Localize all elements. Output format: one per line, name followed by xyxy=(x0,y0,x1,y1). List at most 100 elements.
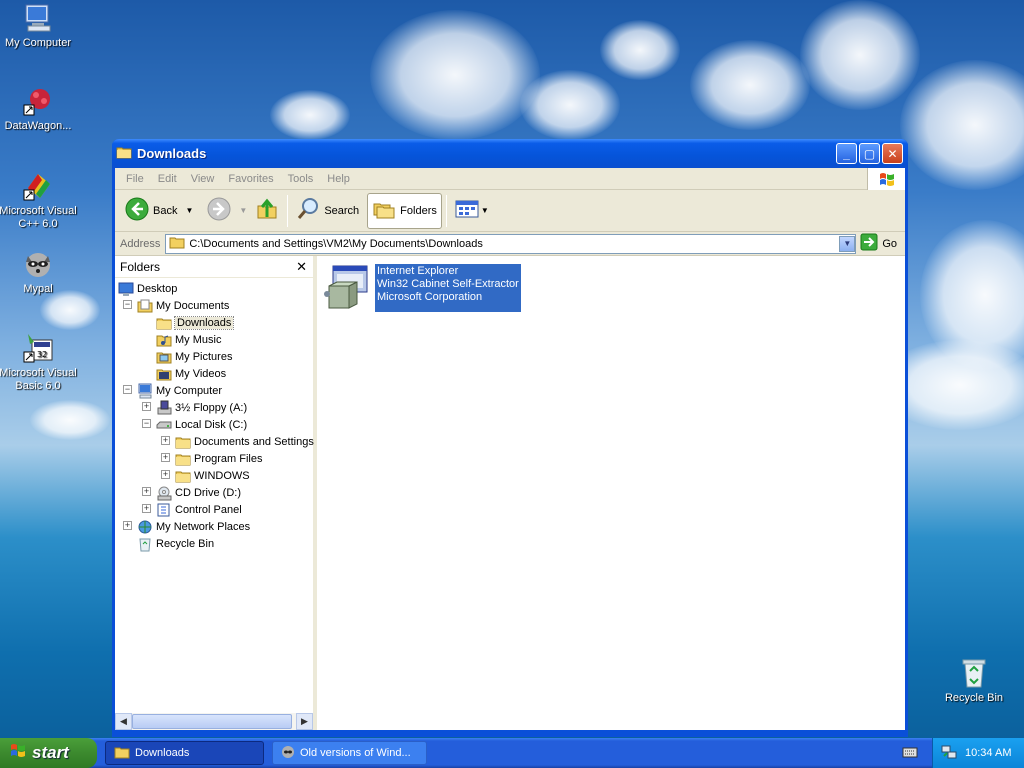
start-button[interactable]: start xyxy=(0,738,97,768)
search-icon xyxy=(296,197,320,224)
desktop-icon-visual-cpp[interactable]: Microsoft Visual C++ 6.0 xyxy=(0,170,78,231)
menu-view[interactable]: View xyxy=(184,173,222,185)
explorer-window: Downloads _ ▢ ✕ File Edit View Favorites… xyxy=(112,139,908,737)
expand-toggle[interactable]: + xyxy=(123,521,132,530)
address-dropdown-button[interactable]: ▼ xyxy=(839,235,856,252)
folders-pane: Folders ✕ Desktop − My Documents Downloa… xyxy=(115,256,317,730)
back-button[interactable]: Back ▼ xyxy=(121,193,197,229)
search-button[interactable]: Search xyxy=(292,193,363,229)
collapse-toggle[interactable]: − xyxy=(123,385,132,394)
file-list-pane[interactable]: Internet Explorer Win32 Cabinet Self-Ext… xyxy=(317,256,905,730)
folders-label: Folders xyxy=(400,204,437,217)
recycle-bin-icon xyxy=(137,536,153,552)
folder-icon xyxy=(169,235,185,252)
expand-toggle[interactable]: + xyxy=(161,436,170,445)
menu-bar: File Edit View Favorites Tools Help xyxy=(115,167,905,190)
toolbar-separator xyxy=(445,194,447,227)
chevron-down-icon[interactable]: ▼ xyxy=(185,206,193,215)
collapse-toggle[interactable]: − xyxy=(123,300,132,309)
tree-item-my-network-places[interactable]: My Network Places xyxy=(137,518,250,535)
desktop-icon-label: DataWagon... xyxy=(4,120,72,132)
go-button[interactable]: Go xyxy=(856,233,905,254)
raccoon-icon xyxy=(281,745,295,762)
forward-button[interactable]: ▼ xyxy=(203,193,251,229)
horizontal-scrollbar[interactable]: ◀ ▶ xyxy=(115,713,313,730)
menu-edit[interactable]: Edit xyxy=(151,173,184,185)
window-title: Downloads xyxy=(137,146,207,161)
desktop-icon-mypal[interactable]: Mypal xyxy=(0,248,78,296)
expand-toggle[interactable]: + xyxy=(142,402,151,411)
folders-button[interactable]: Folders xyxy=(367,192,442,229)
folder-icon xyxy=(156,315,172,331)
clock[interactable]: 10:34 AM xyxy=(965,747,1011,759)
close-pane-icon[interactable]: ✕ xyxy=(296,259,307,275)
tree-item-recycle-bin[interactable]: Recycle Bin xyxy=(137,535,214,552)
tree-item-local-disk[interactable]: Local Disk (C:) xyxy=(156,416,247,433)
desktop-icon xyxy=(118,281,134,297)
tree-item-my-pictures[interactable]: My Pictures xyxy=(156,348,232,365)
tree-item-downloads[interactable]: Downloads xyxy=(156,314,235,331)
desktop-icon-my-computer[interactable]: My Computer xyxy=(0,2,78,50)
keyboard-icon[interactable] xyxy=(902,746,918,761)
toolbar-separator xyxy=(287,194,289,227)
tree-item-desktop[interactable]: Desktop xyxy=(118,280,177,297)
scroll-left-button[interactable]: ◀ xyxy=(115,713,132,730)
address-label: Address xyxy=(120,237,161,250)
pictures-folder-icon xyxy=(156,349,172,365)
scroll-thumb[interactable] xyxy=(132,714,292,729)
my-documents-icon xyxy=(137,298,153,314)
chevron-down-icon: ▼ xyxy=(480,206,489,215)
start-label: start xyxy=(32,743,69,762)
desktop-icon-visual-basic[interactable]: 32 Microsoft Visual Basic 6.0 xyxy=(0,332,78,393)
tree-item-windows[interactable]: WINDOWS xyxy=(175,467,250,484)
views-button[interactable]: ▼ xyxy=(451,193,493,229)
tree-item-control-panel[interactable]: Control Panel xyxy=(156,501,242,518)
network-tray-icon[interactable] xyxy=(941,744,957,763)
folder-icon xyxy=(114,745,130,762)
file-item[interactable]: Internet Explorer Win32 Cabinet Self-Ext… xyxy=(323,264,521,312)
hard-drive-icon xyxy=(156,417,172,433)
address-input[interactable]: C:\Documents and Settings\VM2\My Documen… xyxy=(165,233,857,254)
tree-item-floppy[interactable]: 3½ Floppy (A:) xyxy=(156,399,247,416)
chevron-right-icon: ▶ xyxy=(301,716,308,726)
network-icon xyxy=(137,519,153,535)
installer-icon xyxy=(323,264,371,312)
views-icon xyxy=(455,199,479,222)
menu-tools[interactable]: Tools xyxy=(281,173,321,185)
minimize-button[interactable]: _ xyxy=(836,143,857,164)
maximize-button[interactable]: ▢ xyxy=(859,143,880,164)
collapse-toggle[interactable]: − xyxy=(142,419,151,428)
desktop-icon-datawagon[interactable]: DataWagon... xyxy=(0,85,78,133)
menu-help[interactable]: Help xyxy=(320,173,357,185)
visual-basic-icon: 32 xyxy=(22,332,54,364)
folder-tree: Desktop − My Documents Downloads My Musi… xyxy=(115,278,314,551)
expand-toggle[interactable]: + xyxy=(142,487,151,496)
tree-item-documents-and-settings[interactable]: Documents and Settings xyxy=(175,433,314,450)
close-button[interactable]: ✕ xyxy=(882,143,903,164)
tree-item-my-music[interactable]: My Music xyxy=(156,331,221,348)
desktop-icon-label: Mypal xyxy=(23,283,53,295)
up-folder-button[interactable] xyxy=(251,193,283,229)
recycle-bin-icon xyxy=(958,657,990,689)
tree-item-my-computer[interactable]: My Computer xyxy=(137,382,222,399)
expand-toggle[interactable]: + xyxy=(161,453,170,462)
tree-item-my-videos[interactable]: My Videos xyxy=(156,365,226,382)
floppy-drive-icon xyxy=(156,400,172,416)
tree-item-program-files[interactable]: Program Files xyxy=(175,450,262,467)
taskbar-item-downloads[interactable]: Downloads xyxy=(105,741,264,765)
menu-favorites[interactable]: Favorites xyxy=(221,173,280,185)
expand-toggle[interactable]: + xyxy=(142,504,151,513)
taskbar-item-browser[interactable]: Old versions of Wind... xyxy=(272,741,427,765)
close-icon: ✕ xyxy=(887,146,898,161)
title-bar[interactable]: Downloads _ ▢ ✕ xyxy=(112,139,908,168)
expand-toggle[interactable]: + xyxy=(161,470,170,479)
videos-folder-icon xyxy=(156,366,172,382)
scroll-right-button[interactable]: ▶ xyxy=(296,713,313,730)
desktop-icon-recycle-bin[interactable]: Recycle Bin xyxy=(934,657,1014,705)
folder-icon xyxy=(175,468,191,484)
chevron-left-icon: ◀ xyxy=(120,716,127,726)
scroll-track[interactable] xyxy=(132,713,296,730)
tree-item-my-documents[interactable]: My Documents xyxy=(137,297,229,314)
menu-file[interactable]: File xyxy=(119,173,151,185)
tree-item-cd-drive[interactable]: CD Drive (D:) xyxy=(156,484,241,501)
